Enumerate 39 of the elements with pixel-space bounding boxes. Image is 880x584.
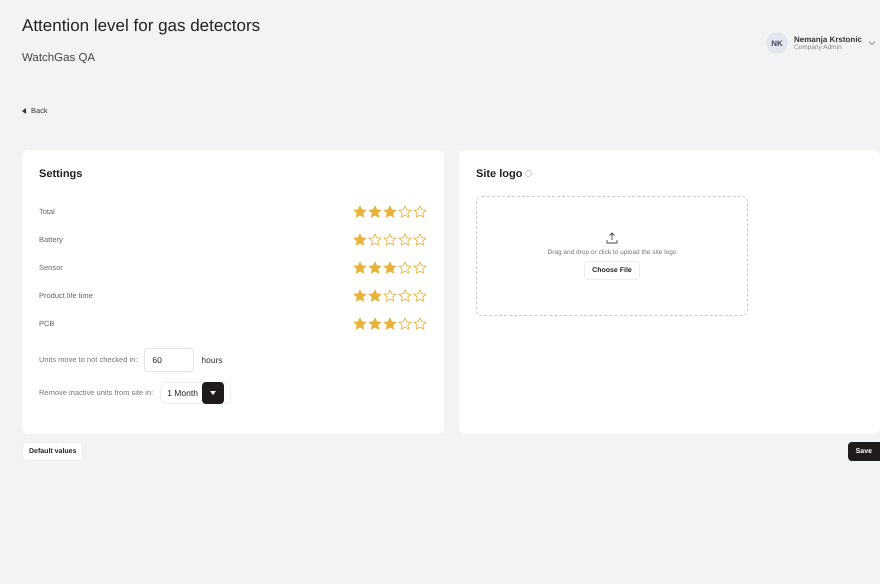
star-filled-icon[interactable] <box>353 288 367 302</box>
star-outline-icon[interactable] <box>413 260 427 274</box>
star-filled-icon[interactable] <box>353 316 367 330</box>
star-filled-icon[interactable] <box>368 288 382 302</box>
user-name: Nemanja Krstonic <box>794 35 862 44</box>
star-filled-icon[interactable] <box>368 260 382 274</box>
star-filled-icon[interactable] <box>368 316 382 330</box>
star-filled-icon[interactable] <box>353 232 367 246</box>
star-filled-icon[interactable] <box>353 260 367 274</box>
star-outline-icon[interactable] <box>368 232 382 246</box>
back-arrow-icon <box>22 108 26 114</box>
star-outline-icon[interactable] <box>398 288 412 302</box>
star-filled-icon[interactable] <box>353 204 367 218</box>
star-outline-icon[interactable] <box>398 260 412 274</box>
unit-label: hours <box>201 354 223 364</box>
period-dropdown[interactable]: 1 Month <box>160 382 231 404</box>
star-outline-icon[interactable] <box>383 232 397 246</box>
company-name: WatchGas QA <box>22 52 96 64</box>
star-filled-icon[interactable] <box>383 260 397 274</box>
page-title: Attention level for gas detectors <box>22 16 260 36</box>
star-filled-icon[interactable] <box>383 204 397 218</box>
hours-input-field[interactable]: 60 <box>144 348 194 372</box>
star-filled-icon[interactable] <box>368 204 382 218</box>
upload-icon <box>606 232 618 244</box>
star-outline-icon[interactable] <box>398 204 412 218</box>
star-filled-icon[interactable] <box>383 316 397 330</box>
card-title: Settings <box>39 168 84 180</box>
star-outline-icon[interactable] <box>383 288 397 302</box>
info-icon[interactable] <box>525 170 532 177</box>
chevron-down-icon[interactable] <box>868 40 876 46</box>
star-outline-icon[interactable] <box>398 316 412 330</box>
star-outline-icon[interactable] <box>413 232 427 246</box>
star-outline-icon[interactable] <box>413 288 427 302</box>
user-avatar[interactable]: NK <box>766 32 788 54</box>
star-outline-icon[interactable] <box>398 232 412 246</box>
star-outline-icon[interactable] <box>413 316 427 330</box>
caret-icon <box>210 390 216 394</box>
star-outline-icon[interactable] <box>413 204 427 218</box>
card-title: Site logo <box>476 168 522 180</box>
